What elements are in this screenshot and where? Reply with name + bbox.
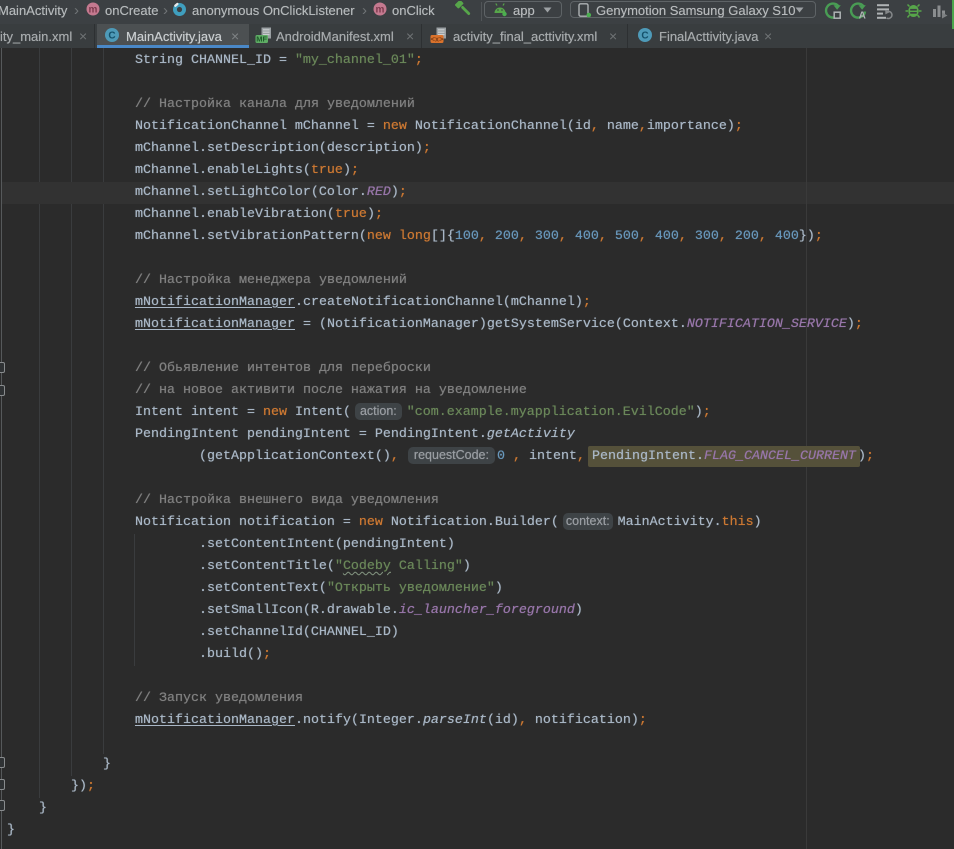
svg-text:C: C (641, 31, 648, 42)
svg-text:A: A (859, 11, 866, 22)
svg-text:m: m (376, 5, 385, 16)
svg-text:MF: MF (256, 34, 267, 43)
svg-text:<x>: <x> (431, 36, 444, 44)
svg-text:m: m (89, 5, 98, 16)
svg-text:C: C (108, 31, 115, 42)
